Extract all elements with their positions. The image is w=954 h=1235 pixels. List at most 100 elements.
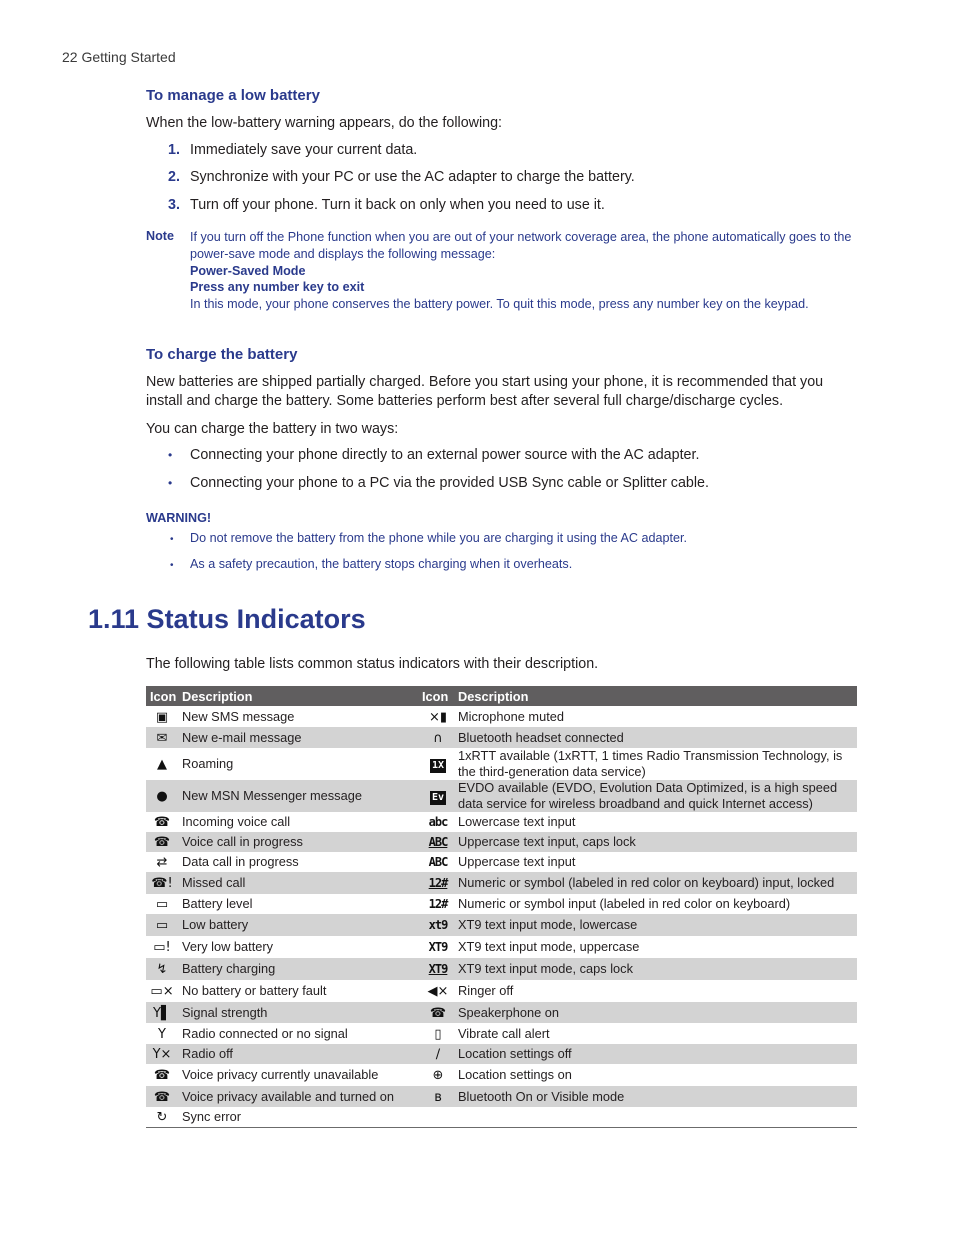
left-icon-cell: ▭ xyxy=(146,894,178,914)
left-icon-cell: Y× xyxy=(146,1044,178,1064)
right-description: Numeric or symbol (labeled in red color … xyxy=(454,872,857,894)
right-description: Speakerphone on xyxy=(454,1002,857,1023)
table-row: ▭ Low battery xt9 XT9 text input mode, lowe… xyxy=(146,914,857,936)
left-icon-cell: ☎ xyxy=(146,1086,178,1107)
note-body: If you turn off the Phone function when … xyxy=(190,229,858,313)
bullet-icon: • xyxy=(170,534,174,545)
location-off-icon: ∕ xyxy=(435,1047,441,1062)
table-header-row: Icon Description Icon Description xyxy=(146,686,857,706)
step-number: 1. xyxy=(168,142,180,158)
uppercase-caps-lock-icon: ABC xyxy=(428,835,449,849)
running-head: 22 Getting Started xyxy=(62,49,176,65)
right-icon-cell: ∕ xyxy=(422,1044,454,1064)
step-text: Synchronize with your PC or use the AC a… xyxy=(190,169,635,185)
right-description: Uppercase text input, caps lock xyxy=(454,832,857,852)
left-icon-cell: Y▌ xyxy=(146,1002,178,1023)
new-sms-icon: ▣ xyxy=(155,709,169,725)
left-icon-cell: ▭× xyxy=(146,980,178,1002)
left-description: Data call in progress xyxy=(182,854,299,869)
battery-fault-icon: ▭× xyxy=(150,984,174,999)
header-description: Description xyxy=(178,686,422,706)
left-icon-cell: ☎ xyxy=(146,1064,178,1086)
left-description: No battery or battery fault xyxy=(182,983,327,998)
left-icon-cell: ● xyxy=(146,780,178,812)
left-description: Radio connected or no signal xyxy=(182,1025,348,1041)
left-icon-cell: ▭ xyxy=(146,914,178,936)
right-icon-cell: ⊕ xyxy=(422,1064,454,1086)
numeric-icon: 12# xyxy=(428,897,449,911)
table-row: ☎ Voice privacy available and turned on ʙ B… xyxy=(146,1086,857,1107)
right-description: XT9 text input mode, lowercase xyxy=(454,914,857,936)
incoming-call-icon: ☎ xyxy=(153,815,171,830)
left-description: Voice privacy available and turned on xyxy=(178,1086,422,1107)
note-after: In this mode, your phone conserves the b… xyxy=(190,297,809,312)
sync-error-icon: ↻ xyxy=(156,1109,168,1125)
location-on-icon: ⊕ xyxy=(432,1068,444,1083)
table-row: ▣ New SMS message ×▮ Microphone muted xyxy=(146,706,857,727)
bullet-text: Connecting your phone directly to an ext… xyxy=(190,447,700,463)
missed-call-icon: ☎! xyxy=(151,876,173,891)
charge-ways-intro: You can charge the battery in two ways: xyxy=(146,421,399,437)
right-icon-cell: Ev xyxy=(422,780,454,812)
vibrate-icon: ▯ xyxy=(434,1026,442,1042)
table-row: ☎ Voice call in progress ABC Uppercase text… xyxy=(146,832,857,852)
right-description: Ringer off xyxy=(458,983,514,998)
left-description: New MSN Messenger message xyxy=(178,780,422,812)
uppercase-abc-icon: ABC xyxy=(428,855,449,869)
left-icon-cell: ↻ xyxy=(146,1107,178,1127)
right-icon-cell: ▯ xyxy=(422,1023,454,1044)
bullet-icon: • xyxy=(170,560,174,571)
very-low-battery-icon: ▭! xyxy=(153,940,171,955)
charge-bullet: • Connecting your phone to a PC via the p… xyxy=(168,475,709,491)
table-row: ↯ Battery charging XT9 XT9 text input mode,… xyxy=(146,958,857,980)
1xrtt-icon: 1X xyxy=(429,758,447,773)
msn-messenger-icon: ● xyxy=(156,789,168,804)
right-description: Vibrate call alert xyxy=(458,1025,550,1041)
right-description xyxy=(454,1107,857,1127)
left-description: New e-mail message xyxy=(178,727,422,748)
table-row: Y▌ Signal strength ☎ Speakerphone on xyxy=(146,1002,857,1023)
numeric-locked-icon: 12# xyxy=(428,876,449,890)
voice-call-progress-icon: ☎ xyxy=(153,835,171,850)
note-message-line2: Press any number key to exit xyxy=(190,280,365,295)
right-description: Uppercase text input xyxy=(458,854,576,869)
table-row: ↻ Sync error xyxy=(146,1107,857,1127)
right-description: XT9 text input mode, uppercase xyxy=(458,939,640,954)
table-row: ☎ Incoming voice call abc Lowercase text in… xyxy=(146,812,857,832)
right-description: Lowercase text input xyxy=(458,814,576,829)
step-number: 2. xyxy=(168,169,180,185)
table-row: Y× Radio off ∕ Location settings off xyxy=(146,1044,857,1064)
charge-bullet: • Connecting your phone directly to an ex… xyxy=(168,447,699,463)
step-number: 3. xyxy=(168,197,180,213)
left-icon-cell: ✉ xyxy=(146,727,178,748)
radio-off-icon: Y× xyxy=(152,1047,172,1062)
left-icon-cell: ▲ xyxy=(146,748,178,780)
right-icon-cell: 12# xyxy=(422,872,454,894)
left-icon-cell: ▣ xyxy=(146,706,178,727)
warning-bullet: • Do not remove the battery from the phon… xyxy=(170,531,687,545)
step-item: 1. Immediately save your current data. xyxy=(168,142,417,158)
step-item: 2. Synchronize with your PC or use the AC… xyxy=(168,169,635,185)
table-row: ● New MSN Messenger message Ev EVDO availab… xyxy=(146,780,857,812)
table-row: Y Radio connected or no signal ▯ Vibrate ca… xyxy=(146,1023,857,1044)
bluetooth-on-icon: ʙ xyxy=(434,1089,442,1105)
bullet-text: As a safety precaution, the battery stop… xyxy=(190,557,573,571)
right-description: EVDO available (EVDO, Evolution Data Opt… xyxy=(454,780,857,812)
table-row: ☎ Voice privacy currently unavailable ⊕ Loc… xyxy=(146,1064,857,1086)
step-text: Turn off your phone. Turn it back on onl… xyxy=(190,197,605,213)
section-intro: The following table lists common status … xyxy=(146,656,599,672)
left-description: New SMS message xyxy=(182,708,295,724)
left-icon-cell: ↯ xyxy=(146,958,178,980)
bullet-text: Connecting your phone to a PC via the pr… xyxy=(190,475,709,491)
right-icon-cell: 1X xyxy=(422,748,454,780)
charge-paragraph: New batteries are shipped partially char… xyxy=(146,374,824,409)
table-row: ▭× No battery or battery fault ◀× Ringer of… xyxy=(146,980,857,1002)
note-label: Note xyxy=(146,229,174,243)
bullet-icon: • xyxy=(168,476,173,490)
left-description: Battery charging xyxy=(178,958,422,980)
right-description: Bluetooth On or Visible mode xyxy=(454,1086,857,1107)
left-description: Voice privacy currently unavailable xyxy=(182,1067,379,1082)
low-battery-icon: ▭ xyxy=(155,918,169,933)
right-icon-cell: ∩ xyxy=(422,727,454,748)
right-description: Location settings on xyxy=(458,1067,572,1082)
